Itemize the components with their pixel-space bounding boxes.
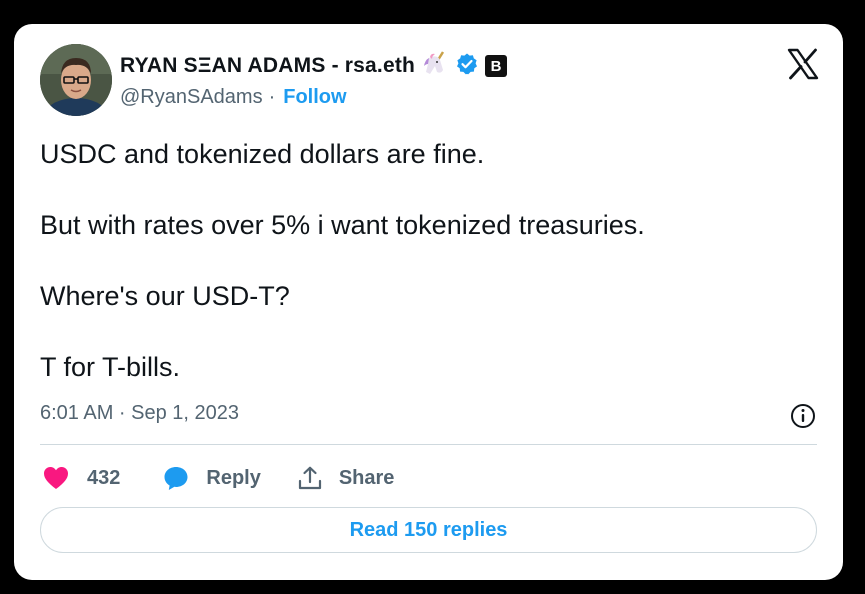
follow-button[interactable]: Follow [283,86,346,109]
tweet-paragraph: USDC and tokenized dollars are fine. [40,139,485,169]
read-replies-button[interactable]: Read 150 replies [40,507,817,553]
info-icon[interactable] [789,402,817,430]
x-logo-icon[interactable] [787,48,819,80]
reply-icon [162,464,190,492]
divider [40,444,817,445]
affiliate-badge-icon[interactable]: B [485,55,508,77]
like-count: 432 [87,466,121,489]
verified-badge-icon [455,52,479,81]
handle-row: @RyanSAdams · Follow [120,86,347,109]
share-icon [297,465,323,491]
avatar[interactable] [40,44,112,116]
affiliate-badge-letter: B [490,57,502,75]
like-button[interactable]: 432 [42,465,120,491]
tweet-paragraph: T for T-bills. [40,352,181,382]
tweet-timestamp[interactable]: 6:01 AM · Sep 1, 2023 [40,402,239,425]
unicorn-icon [421,50,449,83]
share-button[interactable]: Share [297,465,395,491]
author-name[interactable]: RYAN SΞAN ADAMS - rsa.eth [120,54,415,78]
tweet-text: USDC and tokenized dollars are fine. But… [40,136,820,420]
author-handle[interactable]: @RyanSAdams [120,86,263,109]
action-bar: 432 Reply Share [42,462,394,494]
share-label: Share [338,466,395,489]
author-name-row: RYAN SΞAN ADAMS - rsa.eth B [120,50,508,83]
tweet-paragraph: Where's our USD-T? [40,281,290,311]
reply-label: Reply [206,466,261,489]
heart-icon [42,465,70,491]
tweet-paragraph: But with rates over 5% i want tokenized … [40,210,645,240]
separator: · [268,86,276,108]
reply-button[interactable]: Reply [162,464,261,492]
tweet-card: RYAN SΞAN ADAMS - rsa.eth B @RyanSAdams … [14,24,843,580]
